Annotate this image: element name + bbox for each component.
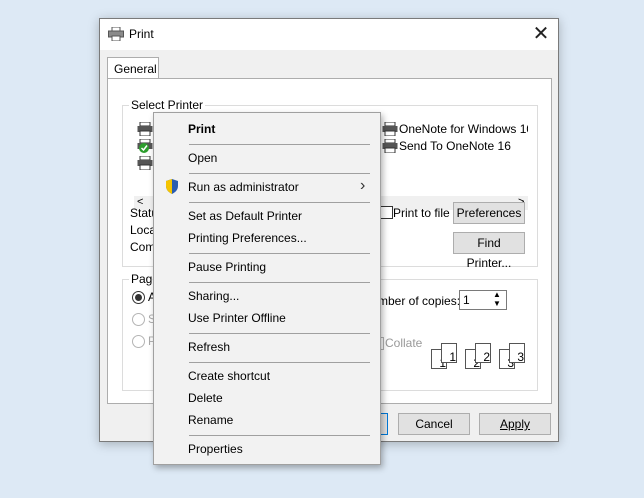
printer-icon (137, 156, 153, 170)
print-to-file-label: Print to file (393, 206, 450, 220)
menu-separator (189, 435, 370, 436)
page-range-pages-radio[interactable] (132, 335, 145, 348)
print-to-file-checkbox[interactable] (380, 206, 393, 219)
menu-item-rename[interactable]: Rename (188, 413, 233, 427)
menu-item-use-offline[interactable]: Use Printer Offline (188, 311, 286, 325)
page-range-selection-radio[interactable] (132, 313, 145, 326)
tab-general[interactable]: General (107, 57, 159, 80)
menu-item-properties[interactable]: Properties (188, 442, 243, 456)
apply-button[interactable]: Apply (479, 413, 551, 435)
page-number: 3 (517, 350, 524, 364)
menu-separator (189, 202, 370, 203)
select-printer-label: Select Printer (129, 98, 206, 112)
menu-item-pause-printing[interactable]: Pause Printing (188, 260, 266, 274)
copies-input[interactable]: 1 (463, 293, 470, 307)
printer-item-onenote-16[interactable]: Send To OneNote 16 (399, 139, 511, 153)
title-bar[interactable]: Print ✕ (100, 19, 558, 50)
copies-label: mber of copies: (378, 294, 461, 308)
page-number: 1 (449, 350, 456, 364)
stepper-up-icon[interactable]: ▲ (493, 290, 501, 299)
close-icon[interactable]: ✕ (530, 23, 552, 45)
collate-illustration-icon: 1 1 2 2 3 3 (431, 341, 531, 375)
default-printer-icon (137, 139, 153, 153)
menu-separator (189, 333, 370, 334)
copies-stepper[interactable]: 1 ▲ ▼ (459, 290, 507, 310)
menu-separator (189, 282, 370, 283)
collate-label: Collate (385, 336, 423, 350)
menu-item-refresh[interactable]: Refresh (188, 340, 230, 354)
menu-item-sharing[interactable]: Sharing... (188, 289, 239, 303)
menu-separator (189, 362, 370, 363)
menu-item-print[interactable]: Print (188, 122, 215, 136)
stepper-down-icon[interactable]: ▼ (493, 299, 501, 308)
printer-icon (137, 122, 153, 136)
menu-item-printing-preferences[interactable]: Printing Preferences... (188, 231, 307, 245)
tab-general-label: General (114, 62, 157, 76)
menu-separator (189, 173, 370, 174)
menu-item-set-default[interactable]: Set as Default Printer (188, 209, 302, 223)
printer-icon (382, 122, 398, 136)
printer-item-onenote-win10[interactable]: OneNote for Windows 10 (399, 122, 528, 136)
menu-separator (189, 144, 370, 145)
apply-button-label: Apply (499, 417, 531, 431)
preferences-button[interactable]: Preferences (453, 202, 525, 224)
page-number: 2 (483, 350, 490, 364)
shield-icon (166, 179, 178, 194)
context-menu: Print Open Run as administrator › Set as… (153, 112, 381, 465)
menu-item-create-shortcut[interactable]: Create shortcut (188, 369, 270, 383)
page-range-all-radio[interactable] (132, 291, 145, 304)
print-button-edge[interactable] (380, 413, 388, 435)
find-printer-button[interactable]: Find Printer... (453, 232, 525, 270)
menu-item-delete[interactable]: Delete (188, 391, 223, 405)
dialog-title: Print (129, 27, 154, 41)
printer-icon (108, 27, 124, 41)
cancel-button[interactable]: Cancel (398, 413, 470, 435)
printer-icon (382, 139, 398, 153)
chevron-right-icon: › (360, 177, 366, 194)
menu-item-run-as-admin[interactable]: Run as administrator (188, 180, 299, 194)
menu-separator (189, 253, 370, 254)
menu-item-open[interactable]: Open (188, 151, 217, 165)
